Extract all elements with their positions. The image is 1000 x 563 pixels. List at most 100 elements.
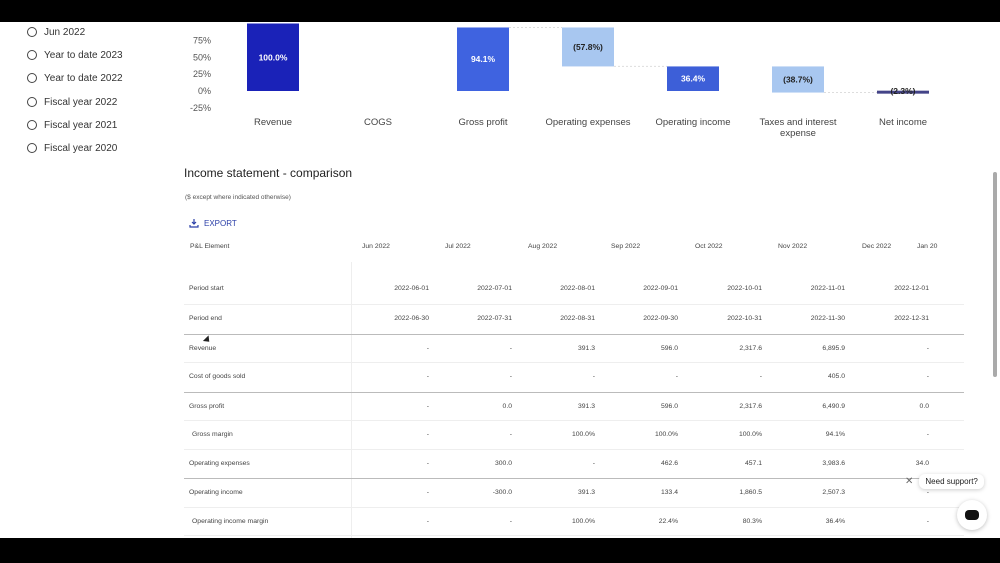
table-cell: 2022-10-01: [727, 285, 762, 292]
period-option[interactable]: Fiscal year 2021: [27, 117, 117, 133]
month-header: Jan 20: [917, 243, 938, 250]
table-row: Operating income margin - - 100.0% 22.4% 80.3…: [184, 507, 964, 536]
table-cell: -: [426, 373, 429, 380]
data-label: 36.4%: [681, 74, 706, 84]
chat-button[interactable]: [957, 500, 987, 530]
data-label: 94.1%: [471, 54, 496, 64]
table-cell: 3,983.6: [822, 460, 845, 467]
table-cell: 6,490.9: [822, 403, 845, 410]
chart-svg: 75% 50% 25% 0% -25% 100.0% Revenue COGS 94.1% Gro…: [190, 23, 929, 139]
row-label: Period end: [189, 315, 222, 322]
table-cell: 2022-06-01: [394, 285, 429, 292]
table-cell: 391.3: [577, 489, 595, 496]
table-cell: 0.0: [502, 403, 512, 410]
table-cell: 22.4%: [658, 518, 678, 525]
table-row: Gross margin - - 100.0% 100.0% 100.0% 94.1% -: [184, 420, 964, 449]
radio-button[interactable]: [27, 73, 37, 83]
table-cell: -: [759, 373, 762, 380]
row-label: Period start: [189, 285, 224, 292]
month-header: Jul 2022: [445, 243, 471, 250]
row-label: Revenue: [189, 345, 217, 352]
section-title: Income statement - comparison: [184, 166, 353, 180]
table-cell: 100.0%: [738, 431, 762, 438]
period-option-label: Fiscal year 2022: [44, 96, 118, 108]
export-label: EXPORT: [204, 218, 237, 228]
table-row: Tax and interest expense-0.00.00.0350.02…: [184, 535, 964, 538]
row-label: Operating income margin: [192, 518, 269, 525]
month-header: Nov 2022: [778, 243, 808, 250]
table-cell: 462.6: [660, 460, 678, 467]
table-cell: 36.4%: [825, 518, 845, 525]
row-label: Gross profit: [189, 403, 225, 410]
chat-icon: [965, 510, 979, 520]
table-header: P&L Element Jun 2022 Jul 2022 Aug 2022 Sep …: [184, 232, 964, 262]
table-row: Period end 2022-06-30 2022-07-31 2022-08-31…: [184, 304, 964, 333]
radio-button[interactable]: [27, 120, 37, 130]
table-cell: 100.0%: [571, 431, 595, 438]
period-option-label: Fiscal year 2021: [44, 119, 118, 131]
header-label: P&L Element: [190, 243, 230, 250]
table-cell: 300.0: [494, 460, 512, 467]
table-cell: 2022-07-01: [477, 285, 512, 292]
table-cell: 596.0: [660, 345, 678, 352]
table-row: Cost of goods sold - - - - - 405.0 -: [184, 362, 964, 391]
table-cell: 34.0: [915, 460, 929, 467]
row-label: Operating expenses: [189, 460, 250, 467]
x-category-label: Operating expenses: [545, 117, 630, 128]
table-cell: 80.3%: [742, 518, 762, 525]
table-cell: 2,507.3: [822, 489, 845, 496]
table-cell: 2022-09-30: [643, 315, 678, 322]
table-cell: 2,317.6: [739, 345, 762, 352]
period-option[interactable]: Fiscal year 2020: [27, 140, 117, 156]
table-cell: 596.0: [660, 403, 678, 410]
y-tick-label: 50%: [193, 52, 211, 62]
table-cell: 100.0%: [654, 431, 678, 438]
support-bubble[interactable]: Need support?: [919, 474, 984, 489]
period-option[interactable]: Fiscal year 2022: [27, 94, 117, 110]
y-tick-label: 75%: [193, 35, 211, 45]
table-cell: -: [926, 489, 929, 496]
table-cell: 0.0: [919, 403, 929, 410]
table-cell: 2022-09-01: [643, 285, 678, 292]
table-cell: 2022-12-01: [894, 285, 929, 292]
table-cell: -: [592, 373, 595, 380]
data-label: 100.0%: [259, 52, 288, 62]
table-cell: -: [426, 345, 429, 352]
table-cell: 405.0: [827, 373, 845, 380]
table-cell: -: [426, 403, 429, 410]
period-option[interactable]: Year to date 2022: [27, 70, 123, 86]
page-scrollbar[interactable]: [993, 172, 997, 377]
table-cell: 2022-08-31: [560, 315, 595, 322]
x-category-label: Revenue: [254, 117, 292, 128]
data-label: (2.3%): [890, 86, 915, 96]
radio-button[interactable]: [27, 50, 37, 60]
radio-button[interactable]: [27, 143, 37, 153]
table-cell: -: [675, 373, 678, 380]
period-option-label: Jun 2022: [44, 26, 86, 38]
period-option[interactable]: Jun 2022: [27, 24, 85, 40]
table-cell: -: [592, 460, 595, 467]
table-cell: 2022-08-01: [560, 285, 595, 292]
radio-button[interactable]: [27, 97, 37, 107]
radio-button[interactable]: [27, 27, 37, 37]
y-tick-label: -25%: [190, 103, 211, 113]
table-row: Operating income - -300.0 391.3 133.4 1,860.5…: [184, 478, 964, 507]
table-cell: 2,317.6: [739, 403, 762, 410]
close-icon[interactable]: ✕: [905, 476, 913, 487]
row-label: Gross margin: [192, 431, 233, 438]
support-widget: ✕ Need support?: [905, 474, 984, 489]
table-cell: -: [509, 373, 512, 380]
x-category-label: expense: [780, 128, 816, 139]
month-header: Oct 2022: [695, 243, 723, 250]
export-button[interactable]: EXPORT: [189, 218, 237, 228]
table-cell: -300.0: [492, 489, 512, 496]
x-category-label: Gross profit: [458, 117, 507, 128]
month-header: Sep 2022: [611, 243, 641, 250]
table-row: Revenue - - 391.3 596.0 2,317.6 6,895.9 -: [184, 334, 964, 363]
table-cell: 457.1: [744, 460, 762, 467]
x-category-label: Taxes and interest: [759, 117, 836, 128]
period-option-label: Fiscal year 2020: [44, 142, 118, 154]
period-option[interactable]: Year to date 2023: [27, 47, 123, 63]
table-cell: 391.3: [577, 403, 595, 410]
table-cell: -: [926, 518, 929, 525]
